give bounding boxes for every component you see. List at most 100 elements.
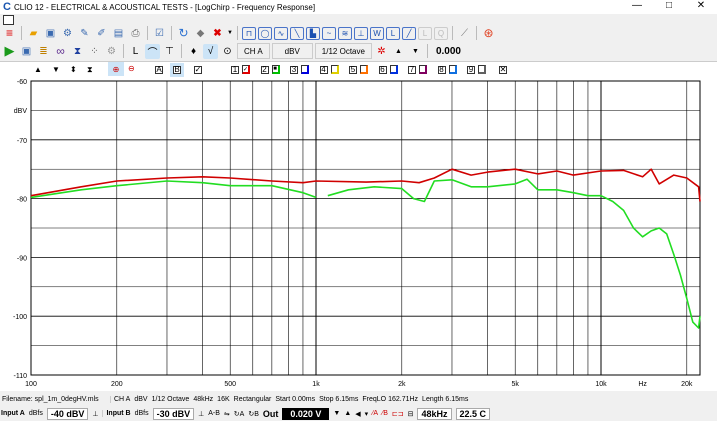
- x-tick-label: 5k: [512, 381, 520, 388]
- menu-icon[interactable]: ≡: [2, 26, 17, 41]
- delete-icon[interactable]: ✖: [210, 26, 225, 41]
- y-tick-label: -100: [13, 314, 27, 321]
- speaker-dropdown-icon[interactable]: ▾: [365, 410, 369, 418]
- title-bar: C CLIO 12 - ELECTRICAL & ACOUSTICAL TEST…: [0, 0, 717, 14]
- oscilloscope-icon[interactable]: ∿: [274, 26, 288, 40]
- status-rate: 48kHz: [193, 395, 214, 403]
- phase-icon[interactable]: √: [203, 43, 218, 59]
- out-label: Out: [262, 408, 279, 419]
- output-level[interactable]: 0.020 V: [282, 407, 330, 420]
- marker-icon[interactable]: ✲: [374, 44, 389, 59]
- close-button[interactable]: ✕: [685, 0, 717, 11]
- loop-icon[interactable]: ∞: [53, 44, 68, 59]
- level-down-icon[interactable]: ▼: [333, 410, 340, 417]
- loopback-icon[interactable]: ⊏⊐: [392, 410, 404, 418]
- autosave-icon[interactable]: ▣: [19, 44, 34, 59]
- impulse-icon[interactable]: ⊤: [162, 44, 177, 59]
- lr-icon[interactable]: L: [418, 26, 432, 40]
- sample-rate[interactable]: 48kHz: [417, 407, 452, 420]
- probe-icon[interactable]: ⟋: [457, 26, 472, 41]
- invert-b-icon[interactable]: ↻B: [248, 410, 259, 418]
- status-size: 16K: [217, 395, 230, 403]
- level-up-icon[interactable]: ▲: [344, 410, 351, 417]
- leq-icon[interactable]: L: [386, 26, 400, 40]
- hardware-icon[interactable]: ⊟: [408, 410, 414, 418]
- print-icon[interactable]: ⎙: [128, 26, 143, 41]
- save-settings-icon[interactable]: ⚙: [60, 26, 75, 41]
- signal-icon[interactable]: ~: [322, 26, 336, 40]
- arrow-down-icon[interactable]: ▼: [408, 44, 423, 59]
- play-icon[interactable]: ▶: [2, 43, 17, 59]
- chevron-down-icon[interactable]: ▼: [227, 26, 233, 41]
- y-tick-label: -110: [14, 373, 28, 380]
- notes-icon[interactable]: ✐: [94, 26, 109, 41]
- save-icon[interactable]: ▣: [43, 26, 58, 41]
- edit-icon[interactable]: ✎: [77, 26, 92, 41]
- eraser-icon[interactable]: ◆: [193, 26, 208, 41]
- axis-icon[interactable]: L: [128, 44, 143, 59]
- generator-a-icon[interactable]: ⁄A: [372, 410, 378, 417]
- curve-icon[interactable]: ⌒: [145, 43, 160, 59]
- speaker-icon[interactable]: ⊙: [220, 44, 235, 59]
- status-channel: CH A: [110, 395, 130, 403]
- window-title: CLIO 12 - ELECTRICAL & ACOUSTICAL TESTS …: [13, 2, 316, 12]
- x-tick-label: 10k: [595, 381, 607, 388]
- phantom-a-icon[interactable]: ⊥: [92, 410, 98, 418]
- status-bar: Filename: spl_1m_0degHV.mls CH A dBV 1/1…: [0, 393, 717, 405]
- meter-icon[interactable]: ⊥: [354, 26, 368, 40]
- notepad-icon[interactable]: ▤: [111, 26, 126, 41]
- refresh-icon[interactable]: ↻: [176, 26, 191, 41]
- x-axis-label: Hz: [638, 381, 647, 388]
- scatter-icon[interactable]: ⁘: [87, 44, 102, 59]
- gear-icon[interactable]: ⚙: [104, 44, 119, 59]
- minimize-button[interactable]: —: [621, 0, 653, 11]
- link-icon[interactable]: ⇋: [224, 410, 230, 418]
- filename: Filename: spl_1m_0degHV.mls: [2, 395, 99, 403]
- y-tick-label: -90: [17, 255, 27, 262]
- help-icon[interactable]: ⊛: [481, 26, 496, 41]
- main-toolbar: ≡ ▰ ▣ ⚙ ✎ ✐ ▤ ⎙ ☑ ↻ ◆ ✖ ▼ ⊓ ◯ ∿ ╲ ▙ ~ ≋ …: [0, 24, 496, 42]
- temperature: 22.5 C: [455, 407, 491, 420]
- marker-value: 0.000: [435, 45, 461, 57]
- wf-icon[interactable]: W: [370, 26, 384, 40]
- qc-icon[interactable]: Q: [434, 26, 448, 40]
- open-icon[interactable]: ▰: [26, 26, 41, 41]
- chart-panel: ▲ ▼ ⬍ ⧗ ⊕ ⊖ A B ✓ 1 ✓ 2 ■ 3 4 5 6 7 8 9 ✕ -60 -70 -8…: [0, 61, 717, 391]
- status-freqlo: FreqLO 162.71Hz: [362, 395, 419, 403]
- input-a-dbfs: dBfs: [28, 410, 43, 417]
- linearity-icon[interactable]: ╱: [402, 26, 416, 40]
- generator-b-icon[interactable]: ⁄B: [382, 410, 388, 417]
- fft-icon[interactable]: ▙: [306, 26, 320, 40]
- app-logo: C: [3, 1, 11, 13]
- input-b-level[interactable]: -30 dBV: [152, 407, 195, 420]
- sweep-icon[interactable]: ╲: [290, 26, 304, 40]
- y-tick-label: -80: [17, 197, 27, 204]
- measurement-toolbar: ▶ ▣ ≣ ∞ ⧗ ⁘ ⚙ L ⌒ ⊤ ♦ √ ⊙ CH A dBV 1/12 …: [0, 42, 461, 60]
- x-tick-label: 200: [111, 381, 123, 388]
- sinusoidal-icon[interactable]: ◯: [258, 26, 272, 40]
- input-a-label: Input A: [1, 410, 25, 417]
- status-smoothing: 1/12 Octave: [151, 395, 190, 403]
- microphone-icon[interactable]: ⧗: [70, 44, 85, 59]
- status-stop: Stop 6.15ms: [319, 395, 359, 403]
- settings-rainbow-icon[interactable]: ≣: [36, 44, 51, 59]
- checklist-icon[interactable]: ☑: [152, 26, 167, 41]
- input-b-label: Input B: [102, 410, 131, 417]
- y-tick-label: -60: [17, 79, 27, 86]
- speaker-out-icon[interactable]: ◀: [355, 410, 360, 418]
- mls-icon[interactable]: ⊓: [242, 26, 256, 40]
- invert-a-icon[interactable]: ↻A: [234, 410, 245, 418]
- maximize-button[interactable]: □: [653, 0, 685, 11]
- arrow-up-icon[interactable]: ▲: [391, 44, 406, 59]
- waterfall-icon[interactable]: ≋: [338, 26, 352, 40]
- x-tick-label: 500: [224, 381, 236, 388]
- unit-select[interactable]: dBV: [271, 43, 313, 59]
- x-tick-label: 1k: [312, 381, 320, 388]
- input-a-level[interactable]: -40 dBV: [46, 407, 89, 420]
- phantom-b-icon[interactable]: ⊥: [198, 410, 204, 418]
- channel-select[interactable]: CH A: [237, 43, 270, 59]
- status-length: Length 6.15ms: [422, 395, 469, 403]
- mic-icon[interactable]: ♦: [186, 44, 201, 59]
- smoothing-select[interactable]: 1/12 Octave: [314, 43, 372, 59]
- a-minus-b-button[interactable]: A-B: [208, 410, 220, 417]
